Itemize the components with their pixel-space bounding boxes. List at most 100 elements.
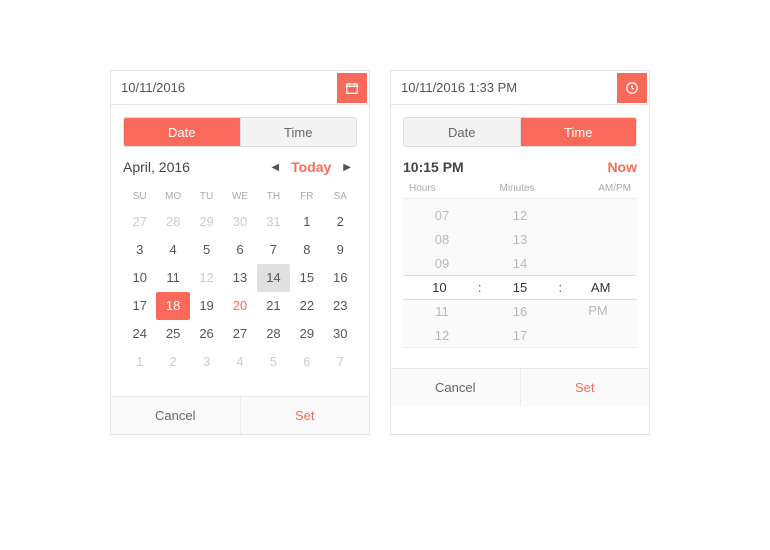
calendar-day[interactable]: 28: [257, 320, 290, 348]
day-of-week-header: TU: [190, 185, 223, 208]
today-button[interactable]: Today: [285, 159, 337, 175]
wheel-item[interactable]: 16: [513, 300, 527, 324]
calendar-nav: April, 2016 ◀ Today ▶: [123, 159, 357, 175]
calendar-day[interactable]: 4: [223, 348, 256, 376]
calendar-day[interactable]: 18: [156, 292, 189, 320]
calendar-day[interactable]: 5: [257, 348, 290, 376]
selected-hour: 10: [403, 280, 476, 295]
wheel-item[interactable]: PM: [588, 299, 608, 323]
calendar-day[interactable]: 12: [190, 264, 223, 292]
calendar-day[interactable]: 27: [223, 320, 256, 348]
calendar-day[interactable]: 24: [123, 320, 156, 348]
hours-label: Hours: [403, 183, 481, 194]
wheel-item[interactable]: 09: [435, 252, 449, 276]
wheel-item[interactable]: 12: [513, 204, 527, 228]
calendar-day[interactable]: 7: [324, 348, 357, 376]
calendar-day[interactable]: 21: [257, 292, 290, 320]
datetime-input[interactable]: 10/11/2016 1:33 PM: [391, 80, 615, 95]
cancel-button[interactable]: Cancel: [391, 369, 520, 406]
calendar-day[interactable]: 9: [324, 236, 357, 264]
wheel-item[interactable]: 08: [435, 228, 449, 252]
calendar-day[interactable]: 23: [324, 292, 357, 320]
wheel-item[interactable]: 12: [435, 324, 449, 348]
calendar-day[interactable]: 11: [156, 264, 189, 292]
calendar-day[interactable]: 13: [223, 264, 256, 292]
calendar-day[interactable]: 2: [156, 348, 189, 376]
day-of-week-header: SU: [123, 185, 156, 208]
set-button[interactable]: Set: [520, 369, 650, 406]
day-of-week-header: FR: [290, 185, 323, 208]
calendar-icon[interactable]: [337, 73, 367, 103]
datetime-tabs: Date Time: [403, 117, 637, 147]
calendar-day[interactable]: 20: [223, 292, 256, 320]
now-button[interactable]: Now: [607, 159, 637, 175]
calendar-day[interactable]: 1: [290, 208, 323, 236]
calendar-day[interactable]: 15: [290, 264, 323, 292]
calendar-day[interactable]: 17: [123, 292, 156, 320]
time-header: 10:15 PM Now: [403, 159, 637, 175]
date-picker-header: 10/11/2016: [111, 71, 369, 105]
calendar-day[interactable]: 26: [190, 320, 223, 348]
calendar-day[interactable]: 27: [123, 208, 156, 236]
calendar-day[interactable]: 6: [223, 236, 256, 264]
ampm-column[interactable]: AM PM: [559, 199, 637, 347]
calendar-grid: SUMOTUWETHFRSA27282930311234567891011121…: [123, 185, 357, 376]
prev-month-button[interactable]: ◀: [265, 162, 285, 173]
calendar-day[interactable]: 14: [257, 264, 290, 292]
day-of-week-header: SA: [324, 185, 357, 208]
calendar-day[interactable]: 29: [190, 208, 223, 236]
month-year-label[interactable]: April, 2016: [123, 159, 190, 175]
tab-date[interactable]: Date: [404, 118, 520, 146]
calendar-day[interactable]: 2: [324, 208, 357, 236]
calendar-day[interactable]: 3: [123, 236, 156, 264]
next-month-button[interactable]: ▶: [337, 162, 357, 173]
calendar-day[interactable]: 30: [324, 320, 357, 348]
ampm-label: AM/PM: [553, 183, 637, 194]
calendar-day[interactable]: 31: [257, 208, 290, 236]
hours-column[interactable]: 070809 10 1112: [403, 199, 481, 347]
calendar-day[interactable]: 1: [123, 348, 156, 376]
selected-minute: 15: [484, 280, 557, 295]
tab-time[interactable]: Time: [520, 118, 637, 146]
calendar-day[interactable]: 6: [290, 348, 323, 376]
minutes-label: Minutes: [481, 183, 553, 194]
calendar-day[interactable]: 22: [290, 292, 323, 320]
date-picker: 10/11/2016 Date Time April, 2016 ◀ Today…: [110, 70, 370, 435]
calendar-day[interactable]: 5: [190, 236, 223, 264]
cancel-button[interactable]: Cancel: [111, 397, 240, 434]
day-of-week-header: TH: [257, 185, 290, 208]
calendar-day[interactable]: 19: [190, 292, 223, 320]
wheel-item[interactable]: 11: [435, 300, 449, 324]
datetime-tabs: Date Time: [123, 117, 357, 147]
calendar-day[interactable]: 8: [290, 236, 323, 264]
tab-time[interactable]: Time: [240, 118, 357, 146]
time-picker-footer: Cancel Set: [391, 368, 649, 406]
date-picker-footer: Cancel Set: [111, 396, 369, 434]
wheel-selection-row: 10 : 15 : AM: [403, 275, 637, 300]
tab-date[interactable]: Date: [124, 118, 240, 146]
wheel-item[interactable]: 14: [513, 252, 527, 276]
calendar-day[interactable]: 3: [190, 348, 223, 376]
wheel-item[interactable]: 07: [435, 204, 449, 228]
minutes-column[interactable]: 121314 15 1617: [481, 199, 559, 347]
day-of-week-header: MO: [156, 185, 189, 208]
set-button[interactable]: Set: [240, 397, 370, 434]
calendar-day[interactable]: 28: [156, 208, 189, 236]
clock-icon[interactable]: [617, 73, 647, 103]
date-input[interactable]: 10/11/2016: [111, 80, 335, 95]
selected-time-label: 10:15 PM: [403, 159, 464, 175]
calendar-day[interactable]: 4: [156, 236, 189, 264]
calendar-day[interactable]: 30: [223, 208, 256, 236]
time-column-headers: Hours Minutes AM/PM: [403, 183, 637, 194]
calendar-day[interactable]: 10: [123, 264, 156, 292]
calendar-day[interactable]: 7: [257, 236, 290, 264]
selected-ampm: AM: [564, 280, 637, 295]
time-wheel[interactable]: 070809101112 121314151617 AMPM 10 : 15 :…: [403, 198, 637, 348]
calendar-day[interactable]: 16: [324, 264, 357, 292]
day-of-week-header: WE: [223, 185, 256, 208]
calendar-day[interactable]: 29: [290, 320, 323, 348]
wheel-item[interactable]: 17: [513, 324, 527, 348]
time-picker: 10/11/2016 1:33 PM Date Time 10:15 PM No…: [390, 70, 650, 435]
wheel-item[interactable]: 13: [513, 228, 527, 252]
calendar-day[interactable]: 25: [156, 320, 189, 348]
